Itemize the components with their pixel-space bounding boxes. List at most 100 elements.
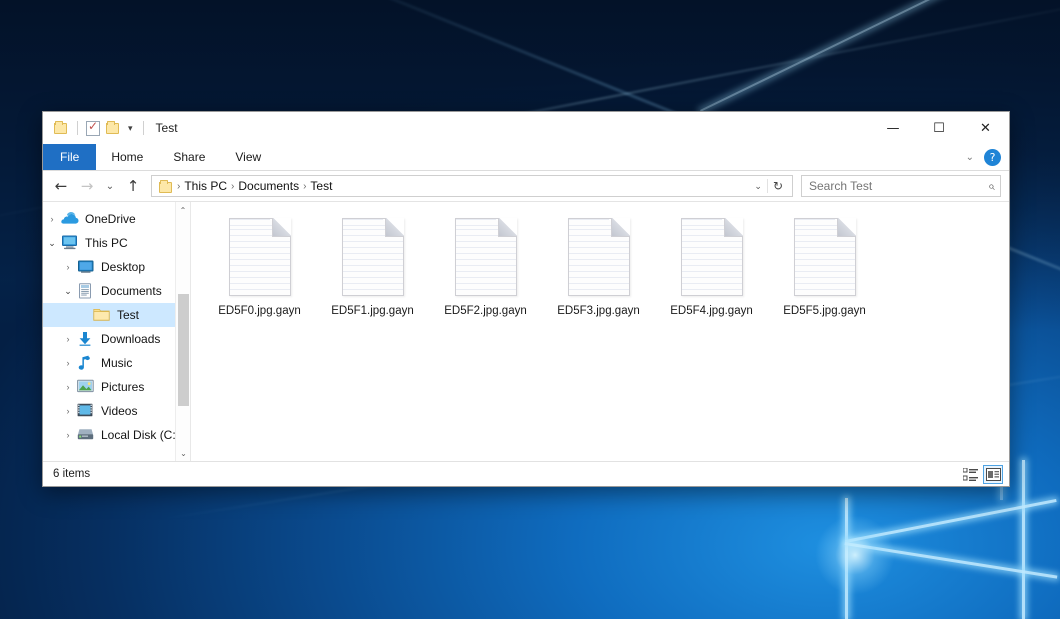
chevron-down-icon[interactable]: ⌄ [966, 152, 974, 163]
desktop: ▾ Test — ☐ ✕ File Home Share View ⌄ ? ← … [0, 0, 1060, 619]
sidebar-scrollbar[interactable]: ⌃ ⌄ [175, 202, 190, 461]
search-icon[interactable]: ⌕ [988, 179, 995, 194]
sidebar-item-music[interactable]: ›Music [43, 351, 190, 375]
file-grid: ED5F0.jpg.gaynED5F1.jpg.gaynED5F2.jpg.ga… [203, 216, 1009, 317]
wallpaper-glow-line [1022, 460, 1025, 619]
sidebar-item-label: This PC [85, 236, 128, 250]
scroll-down-icon[interactable]: ⌄ [176, 445, 191, 461]
minimize-button[interactable]: — [870, 112, 916, 144]
help-icon[interactable]: ? [984, 149, 1001, 166]
chevron-right-icon[interactable]: › [59, 430, 77, 440]
sidebar-item-local-disk-c[interactable]: › Local Disk (C:) [43, 423, 190, 447]
address-bar: ← → ⌄ ↑ › This PC › Documents › Test ⌄ ↻ [43, 171, 1009, 201]
tab-home[interactable]: Home [96, 144, 158, 170]
blank-document-icon[interactable] [568, 218, 630, 296]
divider [77, 121, 78, 135]
file-name-label: ED5F3.jpg.gayn [557, 305, 639, 317]
file-item[interactable]: ED5F0.jpg.gayn [203, 216, 316, 317]
folder-tree: ›OneDrive ⌄ This PC ›Desktop ⌄ Documents Test ›… [43, 202, 190, 447]
chevron-right-icon[interactable]: › [59, 358, 77, 368]
file-item[interactable]: ED5F5.jpg.gayn [768, 216, 881, 317]
file-item[interactable]: ED5F4.jpg.gayn [655, 216, 768, 317]
sidebar-item-downloads[interactable]: › Downloads [43, 327, 190, 351]
sidebar-item-onedrive[interactable]: ›OneDrive [43, 207, 190, 231]
sidebar-item-videos[interactable]: › Videos [43, 399, 190, 423]
chevron-down-icon[interactable]: ▾ [126, 123, 135, 134]
chevron-down-icon[interactable]: ⌄ [43, 238, 61, 249]
chevron-right-icon[interactable]: › [59, 406, 77, 416]
search-box[interactable]: ⌕ [801, 175, 1001, 197]
address-dropdown-icon[interactable]: ⌄ [749, 181, 767, 192]
music-note-icon [77, 355, 95, 371]
sidebar-item-label: Documents [101, 284, 162, 298]
recent-locations-button[interactable]: ⌄ [101, 174, 119, 198]
window-body: ›OneDrive ⌄ This PC ›Desktop ⌄ Documents Test ›… [43, 201, 1009, 461]
sidebar-item-test[interactable]: Test [43, 303, 190, 327]
window-title: Test [156, 121, 178, 135]
chevron-down-icon[interactable]: ⌄ [59, 286, 77, 297]
chevron-right-icon[interactable]: › [59, 262, 77, 272]
wallpaper-glow-spot [815, 515, 895, 595]
navigation-pane: ›OneDrive ⌄ This PC ›Desktop ⌄ Documents Test ›… [43, 202, 191, 461]
blank-document-icon[interactable] [229, 218, 291, 296]
folder-icon [93, 307, 111, 323]
file-list-pane[interactable]: ED5F0.jpg.gaynED5F1.jpg.gaynED5F2.jpg.ga… [191, 202, 1009, 461]
forward-button: → [75, 174, 99, 198]
blank-document-icon[interactable] [794, 218, 856, 296]
downloads-arrow-icon [77, 331, 95, 347]
new-folder-icon[interactable] [105, 120, 121, 136]
properties-checkbox-icon[interactable] [86, 121, 100, 136]
file-item[interactable]: ED5F2.jpg.gayn [429, 216, 542, 317]
chevron-right-icon[interactable]: › [59, 382, 77, 392]
chevron-right-icon[interactable]: › [43, 214, 61, 224]
documents-icon [77, 283, 95, 299]
refresh-icon[interactable]: ↻ [767, 179, 788, 193]
sidebar-item-desktop[interactable]: ›Desktop [43, 255, 190, 279]
details-view-button[interactable] [960, 465, 980, 484]
window-controls: — ☐ ✕ [870, 112, 1009, 144]
sidebar-item-pictures[interactable]: › Pictures [43, 375, 190, 399]
blank-document-icon[interactable] [455, 218, 517, 296]
file-item[interactable]: ED5F1.jpg.gayn [316, 216, 429, 317]
ribbon-actions: ⌄ ? [966, 144, 1001, 171]
quick-access-toolbar: ▾ [43, 120, 147, 136]
breadcrumb-items: › This PC › Documents › Test [177, 179, 749, 193]
search-input[interactable] [809, 179, 988, 193]
folder-icon[interactable] [53, 120, 69, 136]
sidebar-item-label: Test [117, 308, 139, 322]
breadcrumb-item-test[interactable]: Test [306, 179, 336, 193]
hard-drive-icon [77, 427, 95, 443]
file-name-label: ED5F5.jpg.gayn [783, 305, 865, 317]
scroll-up-icon[interactable]: ⌃ [176, 202, 190, 218]
sidebar-item-label: Pictures [101, 380, 144, 394]
chevron-right-icon[interactable]: › [59, 334, 77, 344]
breadcrumb-item-this-pc[interactable]: This PC [180, 179, 231, 193]
breadcrumb[interactable]: › This PC › Documents › Test ⌄ ↻ [151, 175, 793, 197]
sidebar-item-documents[interactable]: ⌄ Documents [43, 279, 190, 303]
scrollbar-thumb[interactable] [178, 294, 189, 406]
large-icons-view-button[interactable] [983, 465, 1003, 484]
tab-share[interactable]: Share [158, 144, 220, 170]
sidebar-item-label: Downloads [101, 332, 160, 346]
tab-file[interactable]: File [43, 144, 96, 170]
breadcrumb-item-documents[interactable]: Documents [234, 179, 303, 193]
desktop-icon [77, 259, 95, 275]
sidebar-item-this-pc[interactable]: ⌄ This PC [43, 231, 190, 255]
status-bar: 6 items [43, 461, 1009, 486]
up-button[interactable]: ↑ [121, 174, 145, 198]
sidebar-item-label: Local Disk (C:) [101, 428, 180, 442]
file-item[interactable]: ED5F3.jpg.gayn [542, 216, 655, 317]
close-button[interactable]: ✕ [962, 112, 1009, 144]
divider [143, 121, 144, 135]
tab-view[interactable]: View [220, 144, 276, 170]
back-button[interactable]: ← [49, 174, 73, 198]
blank-document-icon[interactable] [342, 218, 404, 296]
item-count-label: 6 items [53, 468, 90, 480]
folder-icon [158, 179, 174, 193]
this-pc-monitor-icon [61, 235, 79, 251]
onedrive-cloud-icon [61, 211, 79, 227]
file-explorer-window: ▾ Test — ☐ ✕ File Home Share View ⌄ ? ← … [42, 111, 1010, 487]
sidebar-item-label: Videos [101, 404, 137, 418]
maximize-button[interactable]: ☐ [916, 112, 962, 144]
blank-document-icon[interactable] [681, 218, 743, 296]
